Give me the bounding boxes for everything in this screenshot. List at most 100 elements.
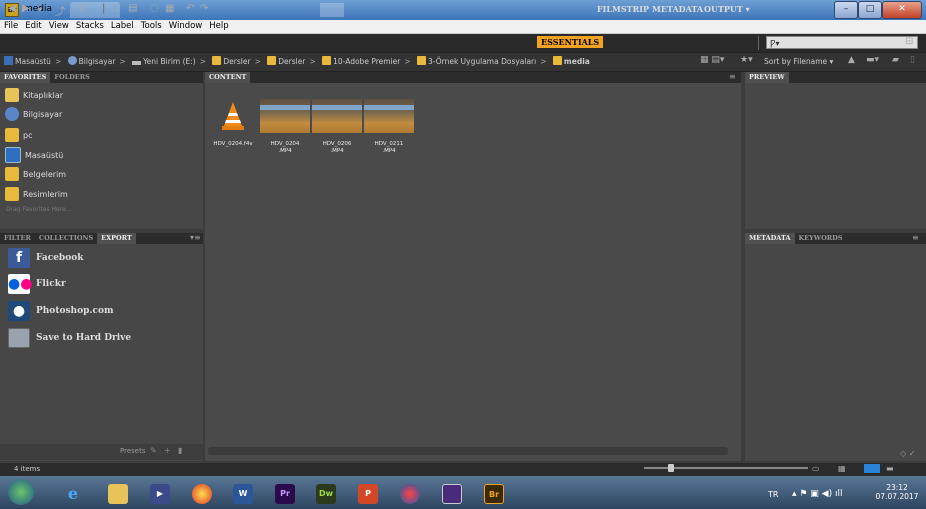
grid-lock-icon[interactable]: ▭ [812, 464, 820, 473]
export-facebook[interactable]: f Facebook [8, 248, 83, 268]
thumbnail-size-slider[interactable] [628, 464, 808, 472]
history-dropdown-icon[interactable]: ▾ [38, 5, 42, 14]
favorite-label: Masaüstü [25, 150, 64, 160]
word-icon[interactable]: W [233, 484, 253, 504]
chrome-icon[interactable] [192, 484, 212, 504]
forward-arrow-icon[interactable]: ▶ [22, 3, 30, 14]
tab-preview[interactable]: PREVIEW [745, 72, 789, 83]
breadcrumb-item[interactable]: 10-Adobe Premier [333, 57, 400, 66]
view-thumbnails-icon[interactable]: ▦ [838, 464, 846, 473]
view-list-icon[interactable]: ▬ [886, 464, 894, 473]
panel-menu-icon[interactable]: ▾≡ [190, 233, 201, 242]
file-item[interactable] [218, 99, 248, 133]
favorite-pc[interactable]: pc [5, 127, 32, 143]
open-in-camera-raw-icon[interactable]: ◌ [150, 3, 159, 14]
powerpoint-icon[interactable]: P [358, 484, 378, 504]
premiere-icon[interactable]: Pr [275, 484, 295, 504]
close-button[interactable]: ✕ [882, 1, 922, 19]
breadcrumb-current[interactable]: media [564, 57, 590, 66]
maximize-button[interactable]: □ [858, 1, 882, 19]
breadcrumb-item[interactable]: Dersler [223, 57, 250, 66]
breadcrumb-item[interactable]: 3-Örnek Uygulama Dosyaları [428, 57, 536, 66]
breadcrumb-item[interactable]: Masaüstü [15, 57, 51, 66]
menu-tools[interactable]: Tools [137, 20, 165, 31]
metadata-panel [745, 233, 926, 461]
sort-ascending-icon[interactable]: ▲ [848, 55, 855, 65]
favorite-belgelerim[interactable]: Belgelerim [5, 166, 66, 182]
tab-export[interactable]: EXPORT [97, 233, 136, 244]
export-photoshop-com[interactable]: ● Photoshop.com [8, 301, 114, 321]
favorite-kitapliklar[interactable]: Kitaplıklar [5, 87, 63, 103]
view-details-icon[interactable] [864, 464, 880, 473]
file-explorer-icon[interactable] [108, 484, 128, 504]
horizontal-scrollbar[interactable] [208, 447, 728, 455]
tab-filter[interactable]: FILTER [0, 233, 35, 244]
delete-icon[interactable]: ▯ [910, 55, 915, 65]
menu-window[interactable]: Window [165, 20, 206, 31]
rotate-right-icon[interactable]: ↷ [200, 3, 208, 14]
internet-explorer-icon[interactable]: e [63, 484, 83, 504]
view-options-icon[interactable]: ▦ ▤▾ [700, 55, 724, 65]
video-thumbnail[interactable] [312, 99, 362, 133]
breadcrumb-item[interactable]: Yeni Birim (E:) [143, 57, 196, 66]
menu-file[interactable]: File [0, 20, 21, 31]
media-player-icon[interactable]: ▶ [150, 484, 170, 504]
new-folder-icon[interactable]: ▰ [892, 55, 899, 65]
workspace-metadata[interactable]: METADATA [652, 4, 703, 14]
panel-menu-icon[interactable]: ≡ [912, 233, 919, 242]
menu-label[interactable]: Label [107, 20, 137, 31]
menu-view[interactable]: View [45, 20, 72, 31]
app-icon[interactable] [400, 484, 420, 504]
menu-help[interactable]: Help [205, 20, 231, 31]
export-flickr[interactable]: ●● Flickr [8, 274, 66, 294]
favorite-label: Resimlerim [23, 189, 68, 199]
refine-icon[interactable]: ▤ [128, 3, 137, 14]
camera-import-icon[interactable]: ⛶ [112, 3, 119, 14]
reveal-recent-icon[interactable]: ↺ [78, 3, 86, 14]
back-arrow-icon[interactable]: ◀ [8, 3, 16, 14]
tab-folders[interactable]: FOLDERS [50, 72, 94, 83]
tab-collections[interactable]: COLLECTIONS [35, 233, 97, 244]
bridge-icon[interactable]: Br [484, 484, 504, 504]
metadata-edit-icon[interactable]: ◇ ✓ [900, 449, 915, 458]
favorite-resimlerim[interactable]: Resimlerim [5, 186, 68, 202]
panel-menu-icon[interactable]: ≡ [729, 72, 736, 81]
clock-date: 07.07.2017 [875, 492, 919, 501]
breadcrumb-item[interactable]: Dersler [278, 57, 305, 66]
delete-preset-icon[interactable]: ▮ [178, 446, 182, 455]
menu-stacks[interactable]: Stacks [72, 20, 107, 31]
output-icon[interactable]: ▦ [165, 3, 174, 14]
flickr-icon: ●● [8, 274, 33, 294]
dreamweaver-icon[interactable]: Dw [316, 484, 336, 504]
edit-preset-icon[interactable]: ✎ [150, 446, 157, 455]
export-save-to-hard-drive[interactable]: Save to Hard Drive [8, 328, 131, 348]
start-button[interactable] [8, 479, 34, 505]
video-thumbnail[interactable] [260, 99, 310, 133]
search-input[interactable]: Ƿ▾ [766, 36, 918, 49]
tab-metadata[interactable]: METADATA [745, 233, 795, 244]
export-label: Facebook [36, 253, 84, 263]
compact-mode-icon[interactable]: ⊟ [905, 36, 913, 47]
recent-files-icon[interactable]: ▬▾ [866, 55, 879, 65]
app-icon[interactable] [442, 484, 462, 504]
language-indicator[interactable]: TR [768, 490, 778, 499]
breadcrumb-item[interactable]: Bilgisayar [79, 57, 116, 66]
rotate-left-icon[interactable]: ↶ [186, 3, 194, 14]
favorite-bilgisayar[interactable]: Bilgisayar [5, 106, 62, 122]
clock[interactable]: 23:12 07.07.2017 [874, 483, 920, 501]
workspace-filmstrip[interactable]: FILMSTRIP [597, 4, 649, 14]
add-preset-icon[interactable]: + [164, 446, 171, 455]
minimize-button[interactable]: – [834, 1, 858, 19]
menu-edit[interactable]: Edit [21, 20, 44, 31]
tab-keywords[interactable]: KEYWORDS [795, 233, 847, 244]
video-thumbnail[interactable] [364, 99, 414, 133]
tab-favorites[interactable]: FAVORITES [0, 72, 51, 83]
go-parent-icon[interactable]: ⤴ [55, 3, 65, 18]
workspace-output[interactable]: OUTPUT ▾ [704, 4, 750, 14]
tab-content[interactable]: CONTENT [205, 72, 251, 83]
system-tray-icons[interactable]: ▴ ⚑ ▣ ◀) ıll [792, 489, 842, 499]
star-filter-icon[interactable]: ★▾ [740, 55, 753, 65]
workspace-essentials[interactable]: ESSENTIALS [537, 36, 604, 48]
favorite-masaustu[interactable]: Masaüstü [5, 147, 63, 163]
sort-by-dropdown[interactable]: Sort by Filename ▾ [764, 57, 833, 66]
